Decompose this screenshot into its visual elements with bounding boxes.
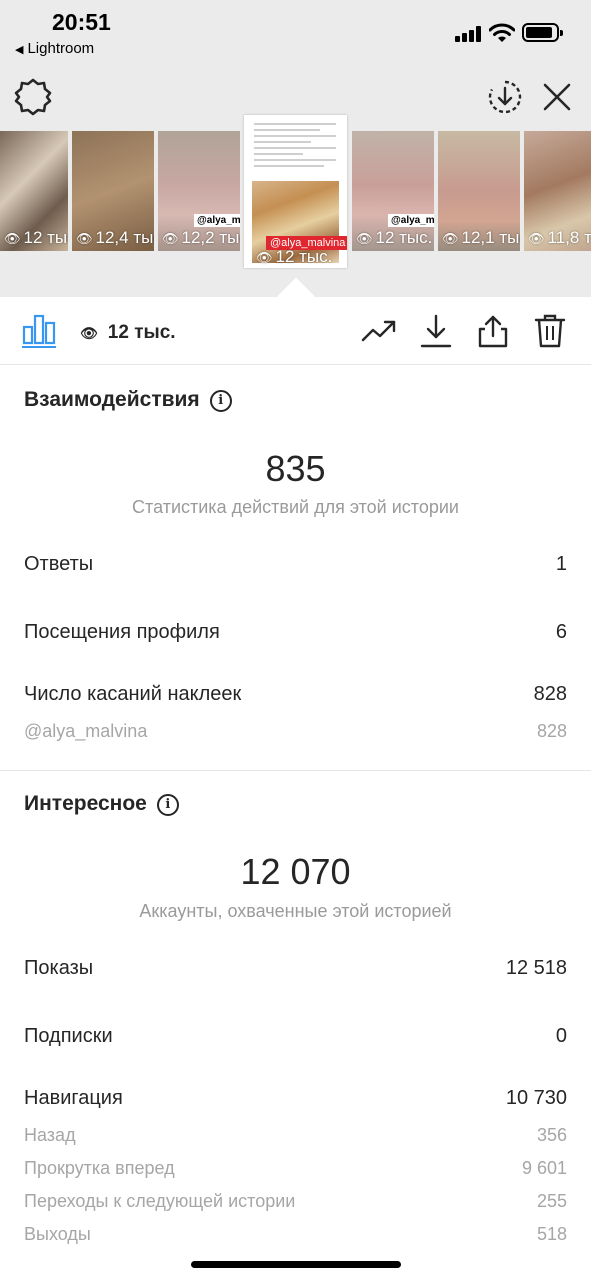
save-story-download-icon[interactable] (487, 79, 523, 115)
stat-row-back: Назад 356 (24, 1125, 567, 1146)
thumbnail-views: 11,8 т (547, 228, 591, 247)
thumbnail-views: 12,4 тыс. (95, 228, 154, 247)
stat-value: 255 (536, 1191, 567, 1211)
reach-caption: Аккаунты, охваченные этой историей (139, 901, 452, 921)
insights-toolbar: 👁 12 тыс. (0, 297, 591, 365)
battery-icon (522, 23, 563, 42)
stat-value: 6 (555, 621, 567, 643)
story-thumbnail[interactable]: 👁12,1 тыс. (438, 131, 520, 251)
eye-icon: 👁 (442, 231, 459, 246)
interactions-heading: Взаимодействия i (24, 388, 232, 412)
interactions-title: Взаимодействия (24, 388, 200, 411)
close-icon[interactable] (541, 81, 573, 113)
eye-icon: 👁 (4, 231, 21, 246)
views-count-label: 12 тыс. (107, 322, 176, 343)
eye-icon: 👁 (528, 231, 545, 246)
home-indicator[interactable] (191, 1261, 401, 1268)
stat-row-exits: Выходы 518 (24, 1224, 567, 1245)
cellular-signal-icon (455, 26, 483, 42)
discovery-title: Интересное (24, 792, 147, 815)
info-icon[interactable]: i (209, 390, 232, 412)
stat-label: Подписки (24, 1025, 113, 1047)
stat-label: Показы (24, 957, 94, 979)
story-thumbnail[interactable]: @alya_malvina 👁12,2 тыс (158, 131, 240, 251)
bar-chart-icon[interactable] (22, 313, 56, 345)
wifi-icon (489, 23, 515, 42)
stat-value: 356 (536, 1125, 567, 1145)
stat-row-profile-visits: Посещения профиля 6 (24, 621, 567, 644)
promote-trend-icon[interactable] (361, 314, 397, 346)
story-text-preview (254, 123, 336, 171)
stat-label: Навигация (24, 1087, 123, 1109)
stat-row-replies: Ответы 1 (24, 553, 567, 576)
selected-story-thumbnail[interactable]: @alya_malvina 👁 12 тыс. (244, 115, 347, 268)
story-thumbnail[interactable]: 👁12 тыс. (0, 131, 68, 251)
share-icon[interactable] (477, 314, 509, 348)
stat-value: 828 (533, 683, 567, 705)
delete-trash-icon[interactable] (534, 314, 566, 348)
stat-value: 1 (555, 553, 567, 575)
eye-icon: 👁 (162, 231, 179, 246)
back-to-app-link[interactable]: ◀ Lightroom (15, 40, 94, 57)
settings-gear-icon[interactable] (14, 78, 52, 116)
stat-value: 518 (536, 1224, 567, 1244)
active-tab-indicator (22, 346, 56, 348)
stat-label: Число касаний наклеек (24, 683, 242, 705)
eye-icon: 👁 (76, 231, 93, 246)
stat-label: Посещения профиля (24, 621, 220, 643)
status-time: 20:51 (52, 9, 111, 35)
interactions-total: 835 (265, 448, 326, 489)
story-thumbnail[interactable]: @alya_malvina 👁12 тыс. (352, 131, 434, 251)
stat-label: Прокрутка вперед (24, 1158, 175, 1178)
eye-icon: 👁 (80, 325, 98, 341)
mention-sticker: @alya_malvina (194, 214, 240, 227)
eye-icon: 👁 (356, 231, 373, 246)
stat-row-follows: Подписки 0 (24, 1025, 567, 1048)
eye-icon: 👁 (256, 250, 273, 265)
stat-row-navigation: Навигация 10 730 (24, 1087, 567, 1110)
reach-total: 12 070 (240, 851, 351, 892)
discovery-heading: Интересное i (24, 792, 179, 816)
info-icon[interactable]: i (156, 794, 179, 816)
thumbnail-views: 12 тыс. (375, 228, 433, 247)
thumbnail-views: 12,1 тыс. (461, 228, 520, 247)
status-bar: 20:51 ◀ Lightroom (0, 0, 591, 70)
stat-row-impressions: Показы 12 518 (24, 957, 567, 980)
story-thumbnail[interactable]: 👁12,4 тыс. (72, 131, 154, 251)
stat-label: @alya_malvina (24, 721, 148, 741)
stat-value: 9 601 (521, 1158, 567, 1178)
stat-value: 828 (536, 721, 567, 741)
story-thumbnail[interactable]: 👁 11,8 т (524, 131, 591, 251)
back-app-label: Lightroom (27, 40, 95, 57)
stat-row-next-story: Переходы к следующей истории 255 (24, 1191, 567, 1212)
thumbnail-views: 12 тыс. (275, 247, 333, 266)
stat-label: Назад (24, 1125, 76, 1145)
thumbnail-views: 12 тыс. (23, 228, 68, 247)
stat-row-mention: @alya_malvina 828 (24, 721, 567, 742)
stat-row-sticker-taps: Число касаний наклеек 828 (24, 683, 567, 706)
section-divider (0, 770, 591, 771)
stat-label: Ответы (24, 553, 94, 575)
stat-value: 12 518 (505, 957, 567, 979)
back-arrow-icon: ◀ (15, 44, 24, 56)
stat-value: 10 730 (505, 1087, 567, 1109)
stat-value: 0 (555, 1025, 567, 1047)
stat-row-forward: Прокрутка вперед 9 601 (24, 1158, 567, 1179)
interactions-caption: Статистика действий для этой истории (132, 497, 459, 517)
views-count[interactable]: 👁 12 тыс. (80, 322, 176, 344)
download-icon[interactable] (420, 314, 452, 348)
mention-sticker: @alya_malvina (388, 214, 434, 227)
thumbnail-views: 12,2 тыс (181, 228, 240, 247)
stat-label: Переходы к следующей истории (24, 1191, 296, 1211)
stat-label: Выходы (24, 1224, 91, 1244)
story-strip-area: 20:51 ◀Lightroom 👁12 тыс. 👁12,4 тыс. @al… (0, 0, 591, 297)
